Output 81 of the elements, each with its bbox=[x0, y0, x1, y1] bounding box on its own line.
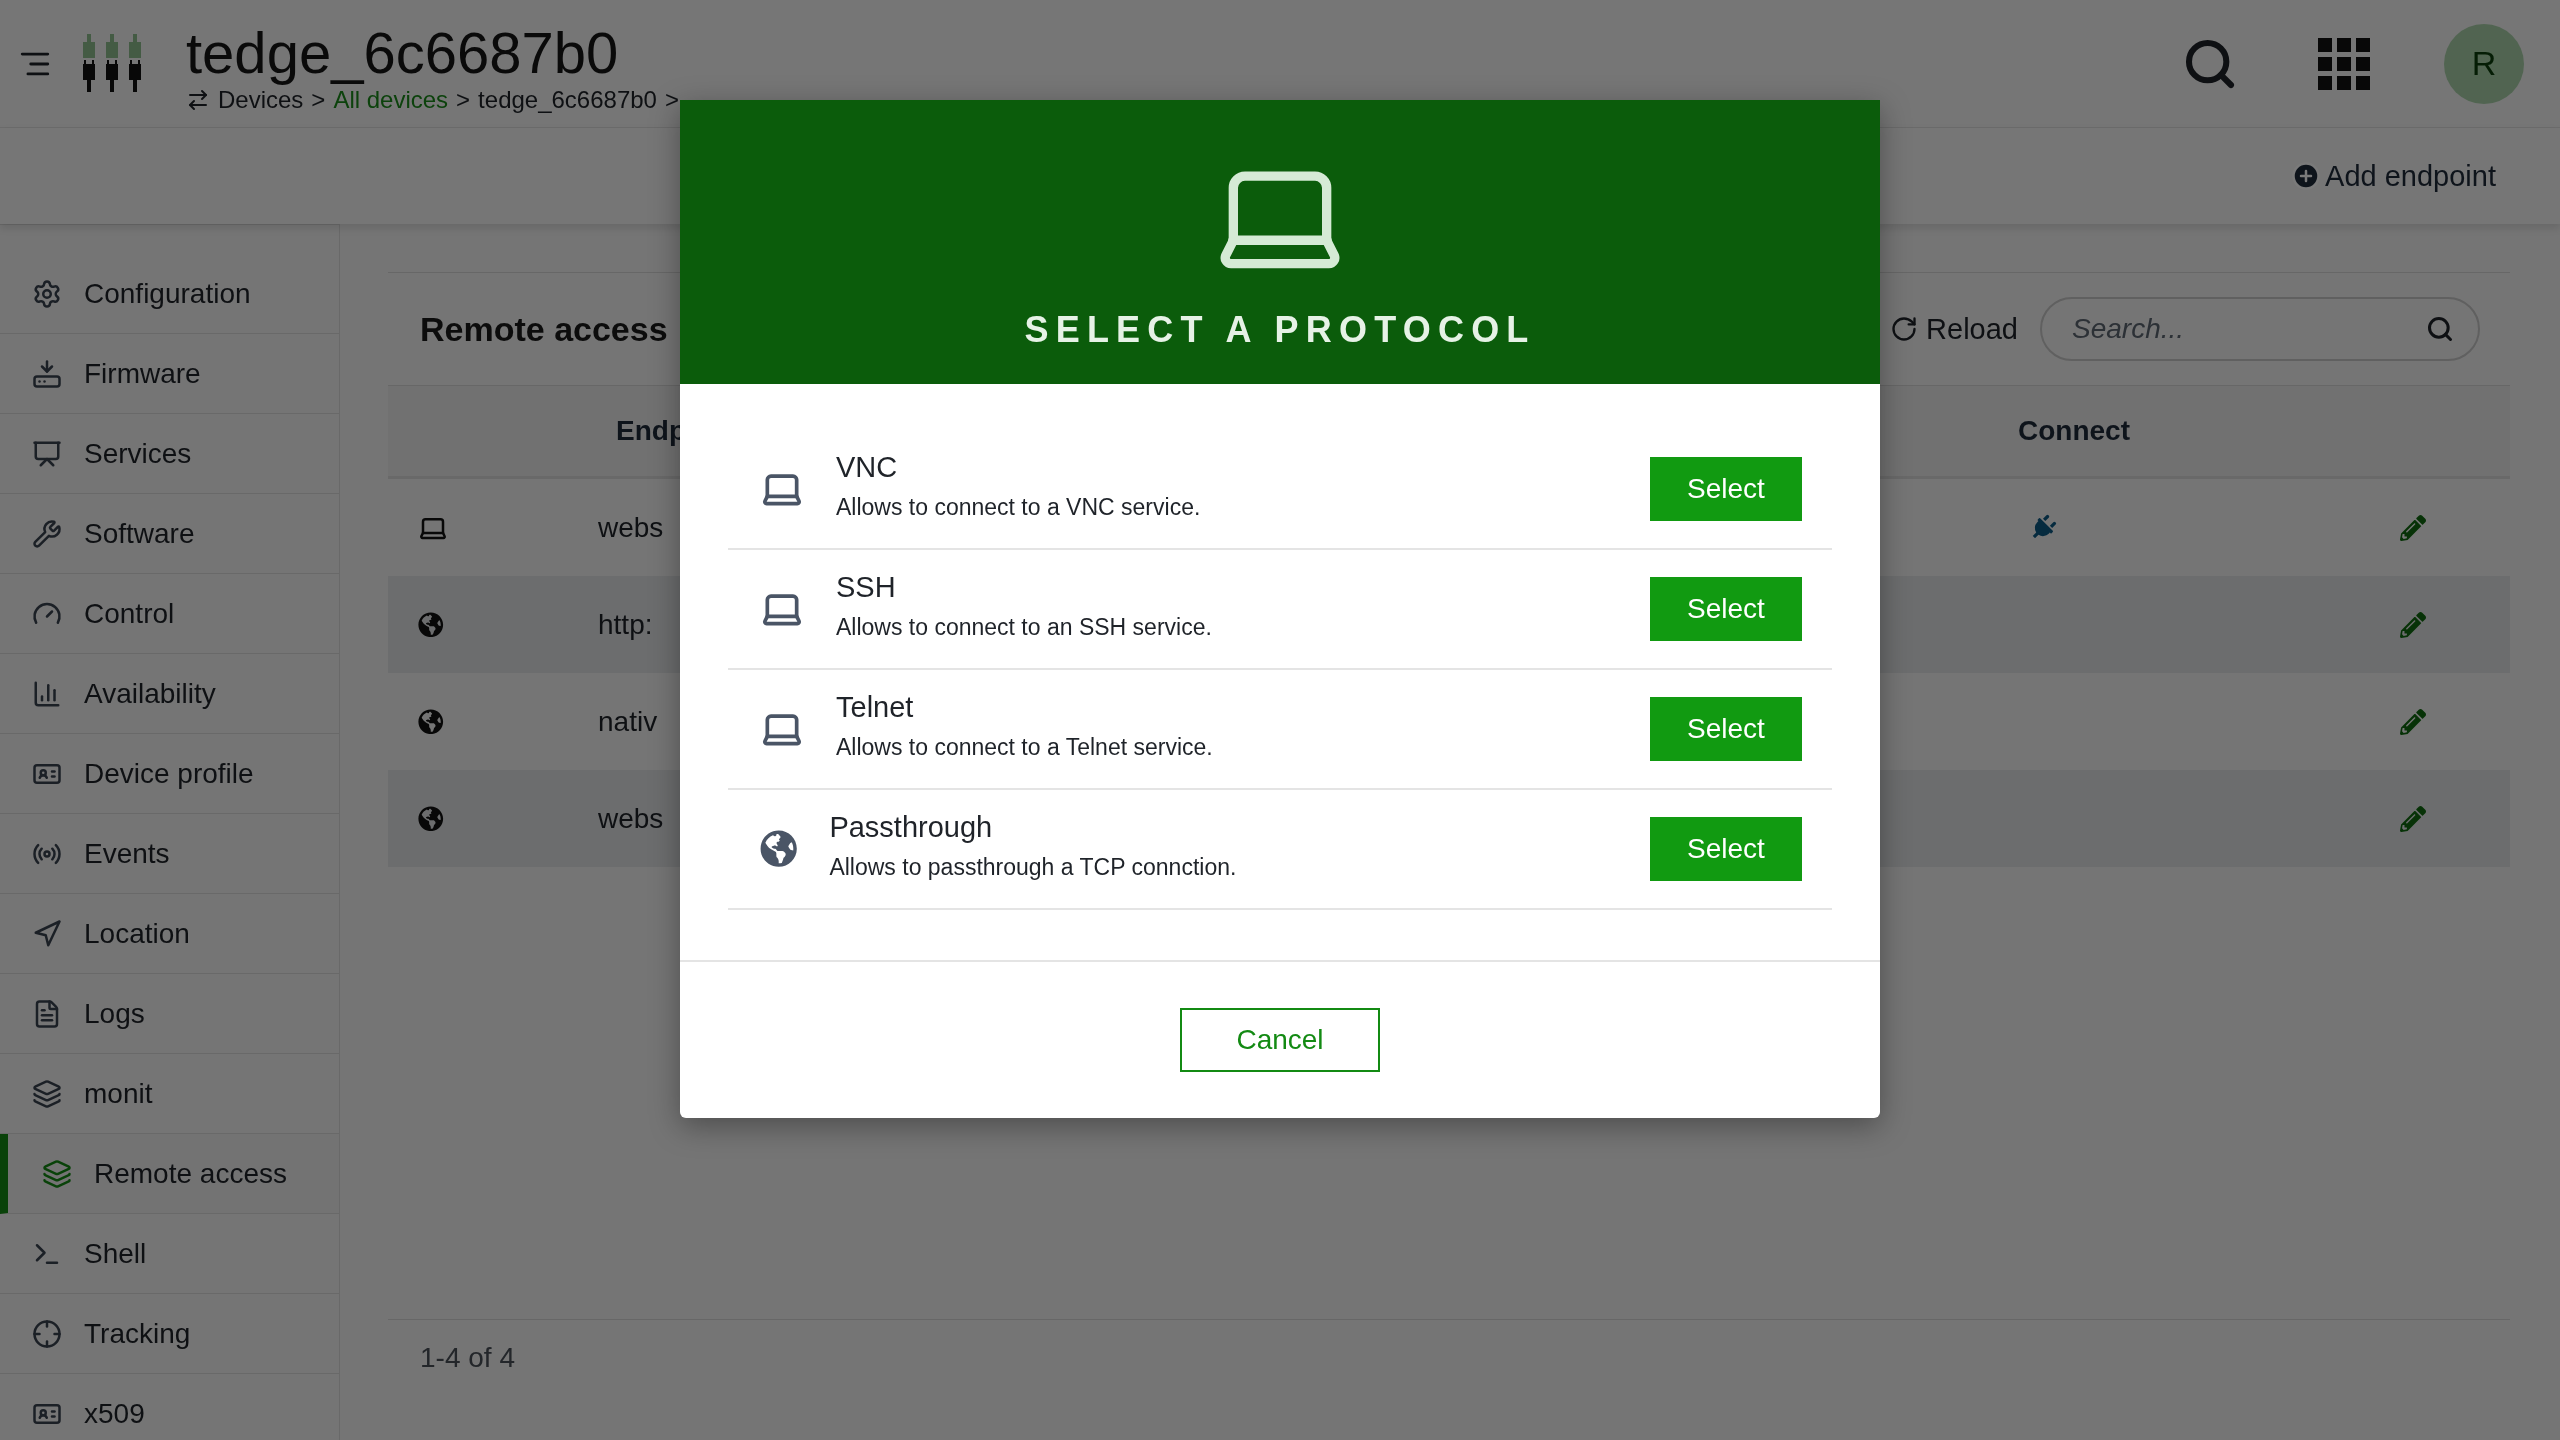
add-endpoint-button[interactable]: Add endpoint bbox=[2291, 159, 2496, 193]
card-title: Remote access bbox=[420, 309, 668, 349]
sidebar-item[interactable]: x509 bbox=[0, 1374, 339, 1440]
table-cell: webs bbox=[598, 802, 664, 835]
pagination-count: 1-4 of 4 bbox=[420, 1342, 515, 1374]
sidebar-item[interactable]: Availability bbox=[0, 654, 339, 734]
protocol-name: Telnet bbox=[836, 691, 915, 724]
sidebar-item[interactable]: Control bbox=[0, 574, 339, 654]
protocol-name: VNC bbox=[836, 451, 899, 484]
table-cell: http: bbox=[598, 608, 653, 641]
sidebar-label: monit bbox=[84, 1077, 153, 1110]
sidebar-label: Logs bbox=[84, 997, 145, 1030]
table-cell: webs bbox=[598, 511, 664, 544]
stacked-windows-icon bbox=[42, 1158, 72, 1189]
sidebar-label: Events bbox=[84, 837, 170, 870]
wrench-icon bbox=[32, 518, 62, 549]
search-icon bbox=[2426, 315, 2454, 343]
sidebar-label: Configuration bbox=[84, 277, 251, 310]
pencil-icon[interactable] bbox=[2400, 708, 2426, 735]
reload-icon bbox=[1890, 315, 1919, 343]
select-button[interactable]: Select bbox=[1650, 457, 1802, 521]
sidebar-label: Location bbox=[84, 917, 190, 950]
select-button[interactable]: Select bbox=[1650, 577, 1802, 641]
table-cell: nativ bbox=[598, 705, 658, 738]
select-button[interactable]: Select bbox=[1650, 817, 1802, 881]
breadcrumb-link[interactable]: All devices bbox=[333, 84, 449, 115]
protocol-description: Allows to connect to a VNC service. bbox=[836, 494, 1202, 521]
sidebar-label: Services bbox=[84, 437, 192, 470]
sidebar-item[interactable]: Tracking bbox=[0, 1294, 339, 1374]
pencil-icon[interactable] bbox=[2400, 805, 2426, 832]
sidebar-label: Device profile bbox=[84, 757, 254, 790]
sidebar-item[interactable]: Services bbox=[0, 414, 339, 494]
tray-download-icon bbox=[32, 358, 62, 389]
select-button[interactable]: Select bbox=[1650, 697, 1802, 761]
crosshair-icon bbox=[32, 1318, 62, 1349]
sidebar-item[interactable]: Shell bbox=[0, 1214, 339, 1294]
pencil-icon[interactable] bbox=[2400, 611, 2426, 638]
sidebar-item[interactable]: Device profile bbox=[0, 734, 339, 814]
sidebar-item[interactable]: Firmware bbox=[0, 334, 339, 414]
globe-icon bbox=[418, 805, 444, 832]
sidebar-item[interactable]: Location bbox=[0, 894, 339, 974]
sidebar-label: x509 bbox=[84, 1397, 145, 1430]
column-header: Connect bbox=[2017, 415, 2130, 447]
gears-icon bbox=[32, 278, 62, 309]
breadcrumb-separator: > bbox=[456, 85, 471, 115]
sidebar-label: Remote access bbox=[94, 1157, 287, 1190]
breadcrumb-separator: > bbox=[311, 85, 326, 115]
stacked-windows-icon bbox=[32, 1078, 62, 1109]
protocol-description: Allows to connect to an SSH service. bbox=[836, 614, 1213, 641]
protocol-name: SSH bbox=[836, 571, 897, 604]
sidebar-item[interactable]: Logs bbox=[0, 974, 339, 1054]
breadcrumb-separator: > bbox=[664, 84, 679, 115]
reload-button[interactable]: Reload bbox=[1890, 312, 2018, 346]
breadcrumb-item: Devices bbox=[218, 85, 304, 115]
globe-icon bbox=[760, 830, 798, 868]
swap-arrows-icon bbox=[186, 87, 210, 112]
dialog-title: SELECT A PROTOCOL bbox=[1024, 309, 1536, 351]
sidebar-item[interactable]: Configuration bbox=[0, 254, 339, 334]
protocol-description: Allows to connect to a Telnet service. bbox=[836, 734, 1214, 761]
navigation-arrow-icon bbox=[32, 918, 62, 949]
breadcrumb-item: tedge_6c6687b0 bbox=[478, 85, 657, 115]
sidebar-label: Control bbox=[84, 597, 175, 630]
user-avatar[interactable]: R bbox=[2444, 23, 2524, 104]
search-field[interactable]: Search... bbox=[2040, 297, 2480, 361]
protocol-name: Passthrough bbox=[829, 811, 994, 844]
sidebar-item[interactable]: Events bbox=[0, 814, 339, 894]
globe-icon bbox=[418, 708, 444, 735]
cancel-button[interactable]: Cancel bbox=[1180, 1008, 1380, 1072]
sidebar-label: Availability bbox=[84, 677, 216, 710]
pencil-icon[interactable] bbox=[2400, 514, 2426, 541]
device-title: tedge_6c6687b0 bbox=[186, 20, 620, 85]
sidebar-item[interactable]: Remote access bbox=[0, 1134, 339, 1214]
apps-grid-icon[interactable] bbox=[2318, 37, 2370, 90]
sidebar-item[interactable]: Software bbox=[0, 494, 339, 574]
sidebar-label: Tracking bbox=[84, 1317, 191, 1350]
globe-icon bbox=[418, 611, 444, 638]
sidebar-label: Shell bbox=[84, 1237, 147, 1270]
plug-icon[interactable] bbox=[2030, 514, 2056, 541]
sidebar-label: Software bbox=[84, 517, 195, 550]
protocol-description: Allows to passthrough a TCP connction. bbox=[829, 854, 1238, 881]
sidebar-label: Firmware bbox=[84, 357, 201, 390]
